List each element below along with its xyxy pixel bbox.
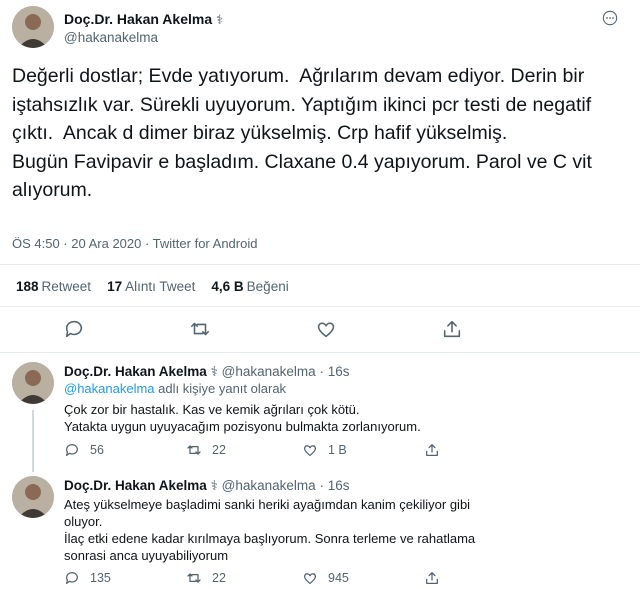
reply-button[interactable]: 56 — [64, 442, 104, 458]
retweet-count: 22 — [212, 443, 226, 457]
avatar-photo — [12, 476, 54, 518]
tweet-stats: 188 Retweet 17 Alıntı Tweet 4,6 B Beğeni — [16, 279, 289, 294]
retweet-count: 22 — [212, 571, 226, 585]
divider — [0, 264, 640, 265]
share-icon[interactable] — [441, 318, 463, 340]
divider — [0, 352, 640, 353]
reply-actions: 56 22 1 B — [64, 442, 484, 460]
replying-to: @hakanakelma adlı kişiye yanıt olarak — [64, 381, 286, 396]
reply-count: 56 — [90, 443, 104, 457]
author-handle[interactable]: @hakanakelma — [222, 478, 316, 493]
author-avatar[interactable] — [12, 476, 54, 518]
more-options-icon[interactable] — [602, 10, 618, 26]
retweets-stat[interactable]: 188 Retweet — [16, 279, 91, 294]
retweet-button[interactable]: 22 — [186, 570, 226, 586]
retweet-icon — [187, 445, 201, 455]
like-icon — [303, 445, 317, 456]
retweet-button[interactable]: 22 — [186, 442, 226, 458]
reply-time[interactable]: 16s — [328, 478, 350, 493]
reply-tweet[interactable]: Doç.Dr. Hakan Akelma ⚕ @hakanakelma · 16… — [0, 476, 640, 586]
author-handle[interactable]: @hakanakelma — [222, 364, 316, 379]
reply-text: Çok zor bir hastalık. Kas ve kemik ağrıl… — [64, 402, 421, 434]
author-name-text: Doç.Dr. Hakan Akelma — [64, 11, 213, 27]
reply-count: 135 — [90, 571, 111, 585]
reply-header: Doç.Dr. Hakan Akelma ⚕ @hakanakelma · 16… — [64, 364, 350, 379]
share-button[interactable] — [424, 570, 440, 586]
author-name[interactable]: Doç.Dr. Hakan Akelma — [64, 364, 207, 379]
reply-header: Doç.Dr. Hakan Akelma ⚕ @hakanakelma · 16… — [64, 478, 350, 493]
like-button[interactable]: 1 B — [302, 442, 347, 458]
like-count: 1 B — [328, 443, 347, 457]
author-avatar[interactable] — [12, 362, 54, 404]
likes-stat[interactable]: 4,6 B Beğeni — [211, 279, 288, 294]
avatar-photo — [12, 362, 54, 404]
reply-icon[interactable] — [63, 318, 85, 340]
share-icon — [426, 444, 438, 456]
reply-text: Ateş yükselmeye başladimi sanki heriki a… — [64, 497, 476, 563]
replying-to-text: adlı kişiye yanıt olarak — [158, 381, 287, 396]
share-button[interactable] — [424, 442, 440, 458]
author-avatar[interactable] — [12, 6, 54, 48]
retweet-icon — [187, 573, 201, 583]
reply-icon — [66, 444, 78, 456]
retweet-icon[interactable] — [189, 318, 211, 340]
tweet-timestamp[interactable]: ÖS 4:50 · 20 Ara 2020 · Twitter for Andr… — [12, 236, 257, 251]
tweet-text: Değerli dostlar; Evde yatıyorum. Ağrılar… — [12, 65, 592, 202]
author-handle[interactable]: @hakanakelma — [64, 30, 158, 45]
tweet-actions — [0, 318, 640, 342]
like-button[interactable]: 945 — [302, 570, 349, 586]
like-icon — [303, 573, 317, 584]
reply-tweet[interactable]: Doç.Dr. Hakan Akelma ⚕ @hakanakelma · 16… — [0, 362, 640, 472]
reply-actions: 135 22 945 — [64, 570, 484, 588]
reply-button[interactable]: 135 — [64, 570, 111, 586]
like-icon[interactable] — [315, 318, 337, 340]
stethoscope-icon: ⚕ — [216, 12, 224, 27]
author-name[interactable]: Doç.Dr. Hakan Akelma — [64, 478, 207, 493]
author-name[interactable]: Doç.Dr. Hakan Akelma ⚕ — [64, 11, 223, 28]
stethoscope-icon: ⚕ — [210, 478, 218, 493]
reply-icon — [66, 572, 78, 584]
avatar-photo — [12, 6, 54, 48]
quotes-stat[interactable]: 17 Alıntı Tweet — [107, 279, 195, 294]
stethoscope-icon: ⚕ — [210, 364, 218, 379]
like-count: 945 — [328, 571, 349, 585]
share-icon — [426, 572, 438, 584]
replying-to-handle[interactable]: @hakanakelma — [64, 381, 155, 396]
divider — [0, 306, 640, 307]
reply-time[interactable]: 16s — [328, 364, 350, 379]
